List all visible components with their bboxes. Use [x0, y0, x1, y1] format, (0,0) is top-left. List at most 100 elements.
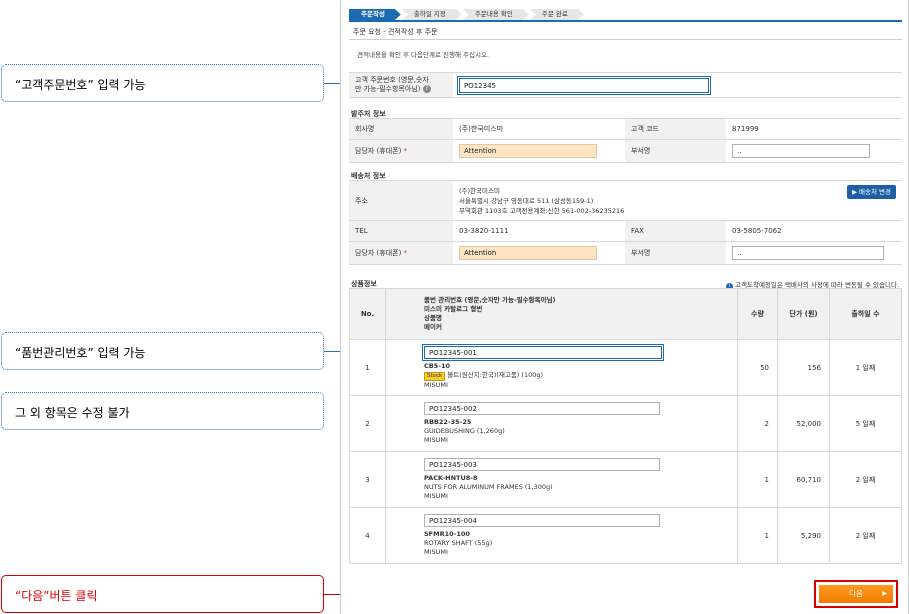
tel-value: 03-3820-1111 [453, 220, 625, 242]
maker: MISUMI [424, 380, 448, 389]
col-info-line: 상품명 [424, 314, 442, 322]
next-button-label: 다음 [849, 589, 863, 598]
shipping-person-field: Attention [459, 246, 597, 260]
customer-order-table: 고객 주문번호 (영문,숫자 만 가능-필수항목아님) ? PO12345 [349, 72, 902, 98]
orderer-table: 회사명 (주)한국미스미 고객 코드 871999 담당자 (휴대폰) * At… [349, 118, 902, 163]
product-table: No. 품번 관리번호 (영문,숫자만 가능-필수항목아님) 미스미 카탈로그 … [349, 288, 902, 564]
orderer-person-cell: Attention [453, 139, 625, 163]
order-panel: 주문작성 출하일 지정 주문내용 확인 주문 완료 주문 요청 - 견적작성 후… [340, 0, 909, 614]
change-shipping-button[interactable]: ▶ 배송처 변경 [846, 185, 896, 199]
part-mgmt-input[interactable]: PO12345-004 [424, 514, 660, 527]
customer-order-input[interactable]: PO12345 [457, 75, 711, 95]
qty: 1 [737, 507, 778, 564]
product-name: ROTARY SHAFT (55g) [424, 539, 493, 547]
product-name: Stock 볼트(원산지:한국)(재고품) (100g) [424, 371, 729, 381]
fax-value: 03-5805-7062 [726, 220, 902, 242]
unit-price: 60,710 [777, 451, 830, 508]
product-header-row: No. 품번 관리번호 (영문,숫자만 가능-필수항목아님) 미스미 카탈로그 … [349, 288, 902, 340]
callout-next-click: “다음”버튼 클릭 [1, 575, 324, 613]
product-name-text: 볼트(원산지:한국)(재고품) (100g) [447, 370, 544, 379]
customer-order-cell: PO12345 [453, 72, 902, 98]
required-mark: * [403, 249, 408, 257]
col-qty: 수량 [737, 288, 778, 340]
qty: 50 [737, 339, 778, 396]
customer-code-value: 871999 [726, 118, 902, 140]
customer-order-label: 고객 주문번호 (영문,숫자 만 가능-필수항목아님) ? [349, 72, 453, 98]
orderer-dept-field: .. [732, 144, 870, 158]
orderer-person-label: 담당자 (휴대폰) * [349, 139, 453, 163]
address-label: 주소 [349, 180, 453, 221]
callout-other-items: 그 외 항목은 수정 불가 [1, 392, 324, 430]
col-no: No. [349, 288, 386, 340]
unit-price: 156 [777, 339, 830, 396]
col-price: 단가 (원) [777, 288, 830, 340]
arrow-right-icon: ▶ [882, 590, 887, 597]
qty: 2 [737, 395, 778, 452]
guide-text: 견적내용을 확인 후 다음단계로 진행해 주십시오. [357, 51, 489, 59]
next-button-highlight: 다음 ▶ [814, 580, 898, 608]
part-mgmt-input[interactable]: PO12345-001 [422, 343, 664, 361]
ship-days: 5 일째 [829, 395, 902, 452]
maker: MISUMI [424, 492, 448, 500]
help-icon[interactable]: ? [422, 85, 431, 93]
step-order-complete: 주문 완료 [530, 9, 584, 20]
callout-customer-order-no: “고객주문번호” 입력 가능 [1, 64, 324, 102]
row-no: 2 [349, 395, 386, 452]
maker: MISUMI [424, 548, 448, 556]
product-cell: PO12345-003 PACK-HNTU8-8 NUTS FOR ALUMIN… [385, 451, 738, 508]
orderer-dept-cell: .. [726, 139, 902, 163]
unit-price: 52,000 [777, 395, 830, 452]
fax-label: FAX [625, 220, 726, 242]
next-button[interactable]: 다음 ▶ [819, 585, 893, 603]
shipping-dept-cell: .. [726, 241, 902, 265]
ship-days: 2 일째 [829, 451, 902, 508]
row-no: 3 [349, 451, 386, 508]
step-underline [349, 20, 902, 22]
shipping-person-label-text: 담당자 (휴대폰) [355, 249, 402, 257]
catalog-no: PACK-HNTU8-8 [424, 474, 478, 482]
customer-code-label: 고객 코드 [625, 118, 726, 140]
part-mgmt-input[interactable]: PO12345-003 [424, 458, 660, 471]
part-mgmt-input[interactable]: PO12345-002 [424, 402, 660, 415]
table-row: 2 PO12345-002 RBB22-35-25 GUIDEBUSHING (… [349, 395, 902, 452]
catalog-no: CB5-10 [424, 361, 450, 370]
page-subtitle: 주문 요청 - 견적작성 후 주문 [353, 28, 438, 36]
tel-label: TEL [349, 220, 453, 242]
customer-order-label-line1: 고객 주문번호 (영문,숫자 [355, 76, 429, 84]
divider [349, 39, 902, 40]
col-info-line: 메이커 [424, 323, 442, 331]
orderer-dept-label: 부서명 [625, 139, 726, 163]
shipping-person-label: 담당자 (휴대폰) * [349, 241, 453, 265]
table-row: 4 PO12345-004 SFMR10-100 ROTARY SHAFT (5… [349, 507, 902, 564]
maker: MISUMI [424, 436, 448, 444]
product-cell: PO12345-002 RBB22-35-25 GUIDEBUSHING (1,… [385, 395, 738, 452]
stock-badge: Stock [424, 371, 446, 381]
company-label: 회사명 [349, 118, 453, 140]
shipping-dept-field: .. [732, 246, 884, 260]
product-cell: PO12345-001 CB5-10 Stock 볼트(원산지:한국)(재고품) … [385, 339, 738, 396]
required-mark: * [403, 147, 408, 155]
qty: 1 [737, 451, 778, 508]
shipping-dept-label: 부서명 [625, 241, 726, 265]
catalog-no: SFMR10-100 [424, 530, 470, 538]
product-name: NUTS FOR ALUMINUM FRAMES (1,300g) [424, 483, 553, 491]
address-line-2: 서울특별시 강남구 영동대로 511 (삼성동159-1) [459, 196, 594, 205]
row-no: 4 [349, 507, 386, 564]
table-row: 3 PO12345-003 PACK-HNTU8-8 NUTS FOR ALUM… [349, 451, 902, 508]
table-row: 1 PO12345-001 CB5-10 Stock 볼트(원산지:한국)(재고품… [349, 339, 902, 396]
ship-days: 2 일째 [829, 507, 902, 564]
shipping-person-cell: Attention [453, 241, 625, 265]
catalog-no: RBB22-35-25 [424, 418, 472, 426]
shipping-table: 주소 (주)한국미스미 서울특별시 강남구 영동대로 511 (삼성동159-1… [349, 180, 902, 265]
col-info: 품번 관리번호 (영문,숫자만 가능-필수항목아님) 미스미 카탈로그 형번 상… [385, 288, 738, 340]
address-line-1: (주)한국미스미 [459, 186, 500, 195]
col-info-line: 품번 관리번호 (영문,숫자만 가능-필수항목아님) [424, 296, 556, 304]
address-cell: (주)한국미스미 서울특별시 강남구 영동대로 511 (삼성동159-1) 무… [453, 180, 902, 221]
step-order-write: 주문작성 [349, 9, 401, 20]
ship-days: 1 일째 [829, 339, 902, 396]
col-ship-days: 출하일 수 [829, 288, 902, 340]
step-ship-date: 출하일 지정 [402, 9, 462, 20]
orderer-person-field: Attention [459, 144, 597, 158]
unit-price: 5,290 [777, 507, 830, 564]
orderer-person-label-text: 담당자 (휴대폰) [355, 147, 402, 155]
